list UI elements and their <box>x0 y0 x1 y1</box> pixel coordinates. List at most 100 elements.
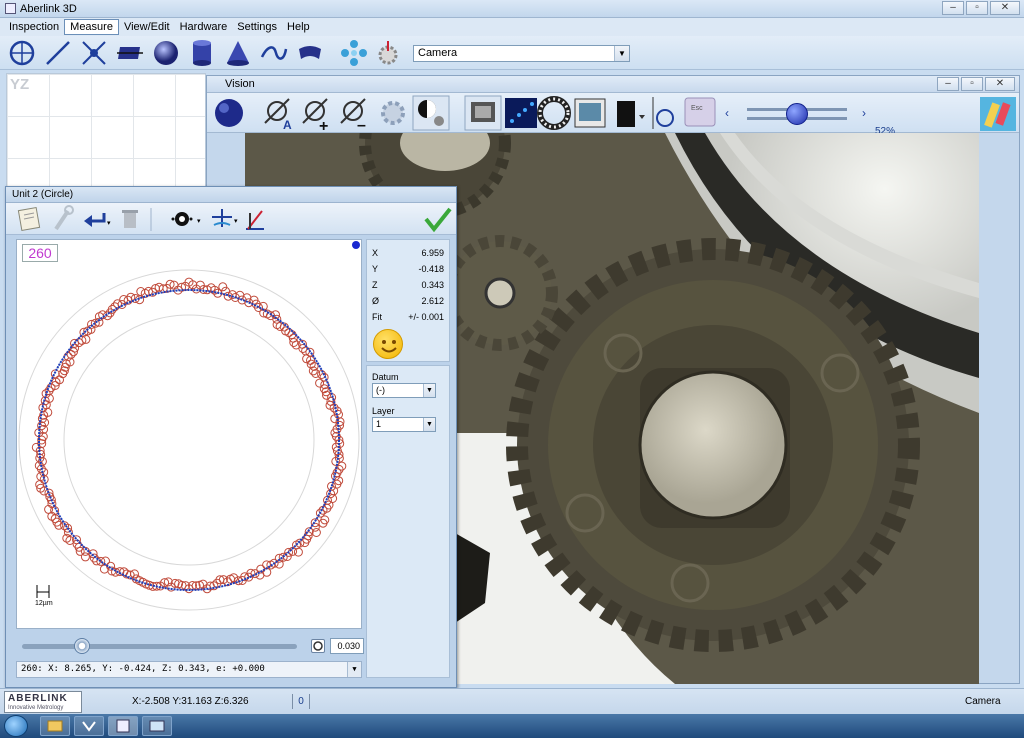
aberlink-logo: ABERLINK Innovative Metrology <box>4 691 82 713</box>
light-decrease-icon[interactable]: ‹ <box>725 106 729 120</box>
start-button[interactable] <box>4 715 28 737</box>
measured-point <box>315 378 325 388</box>
menu-inspection[interactable]: Inspection <box>4 20 64 34</box>
circle-fit-plot[interactable]: 260 12µm <box>16 239 362 629</box>
tolerance-slider-thumb[interactable] <box>73 638 90 654</box>
taskbar-visual-studio-icon[interactable] <box>74 716 104 736</box>
ring-light-icon[interactable] <box>537 96 571 130</box>
chevron-down-icon[interactable]: ▼ <box>614 46 629 61</box>
scale-label: 12µm <box>35 600 53 607</box>
unit-title-bar: Unit 2 (Circle) <box>6 187 456 203</box>
vision-settings-icon[interactable] <box>381 101 405 125</box>
results-panel: X 6.959 Y -0.418 Z 0.343 Ø 2.612 Fit +/- 0.00… <box>366 239 450 362</box>
camera-status: Camera <box>965 696 1001 707</box>
curve-tool-icon[interactable] <box>260 39 288 67</box>
probe-settings-icon[interactable] <box>374 39 402 67</box>
large-gear <box>506 238 920 652</box>
line-tool-icon[interactable] <box>44 39 72 67</box>
snapshot-icon[interactable] <box>574 98 606 128</box>
point-status-line[interactable]: 260: X: 8.265, Y: -0.424, Z: 0.343, e: +… <box>16 661 362 678</box>
backlight-icon[interactable] <box>617 101 645 127</box>
svg-text:▾: ▾ <box>197 218 201 225</box>
surface-tool-icon[interactable] <box>296 39 324 67</box>
circle-toggle-button[interactable] <box>311 639 325 653</box>
menu-settings[interactable]: Settings <box>232 20 282 34</box>
layer-value: 1 <box>376 419 382 429</box>
unit-toolbar: ▾ ▾ ▾ <box>6 203 456 235</box>
return-arrow-icon[interactable]: ▾ <box>84 213 111 227</box>
probe-points-icon[interactable]: ▾ <box>171 212 202 226</box>
accept-check-icon[interactable] <box>424 207 452 233</box>
menu-view-edit[interactable]: View/Edit <box>119 20 175 34</box>
sphere-tool-icon[interactable] <box>152 39 180 67</box>
angle-axis-icon[interactable] <box>246 210 264 230</box>
maximize-button[interactable]: ▫ <box>966 1 988 15</box>
logo-text: ABERLINK <box>8 693 68 704</box>
light-level-thumb[interactable] <box>786 103 808 125</box>
svg-text:›: › <box>862 106 866 120</box>
title-bar: Aberlink 3D – ▫ ✕ <box>0 0 1024 18</box>
chevron-down-icon[interactable]: ▼ <box>423 418 435 431</box>
status-bar: ABERLINK Innovative Metrology X:-2.508 Y… <box>0 688 1024 714</box>
crosshair-target-icon[interactable]: ▾ <box>212 209 238 227</box>
point-cloud-icon[interactable] <box>505 98 537 128</box>
vision-close-button[interactable]: ✕ <box>985 77 1015 91</box>
probe-cluster-icon[interactable] <box>340 39 368 67</box>
plane-tool-icon[interactable] <box>116 39 144 67</box>
tolerance-slider[interactable] <box>22 644 297 649</box>
point-tool-icon[interactable] <box>80 39 108 67</box>
light-increase-icon[interactable]: › <box>862 106 866 120</box>
datum-select[interactable]: (-) ▼ <box>372 383 436 398</box>
close-button[interactable]: ✕ <box>990 1 1020 15</box>
plane-label: YZ <box>10 76 30 93</box>
edge-remove-icon[interactable]: – <box>340 98 366 134</box>
point-status-text: 260: X: 8.265, Y: -0.424, Z: 0.343, e: +… <box>21 664 265 674</box>
taskbar-explorer-icon[interactable] <box>40 716 70 736</box>
point-count: 260 <box>22 244 58 262</box>
auto-focus-icon[interactable] <box>464 95 502 131</box>
cone-tool-icon[interactable] <box>224 39 252 67</box>
delete-trash-icon[interactable] <box>122 210 138 228</box>
datum-label: Datum <box>372 372 399 382</box>
vision-maximize-button[interactable]: ▫ <box>961 77 983 91</box>
layer-label: Layer <box>372 406 395 416</box>
app-title: Aberlink 3D <box>20 3 77 15</box>
layer-select[interactable]: 1 ▼ <box>372 417 436 432</box>
unit-title: Unit 2 (Circle) <box>12 189 74 200</box>
small-gear <box>442 235 558 351</box>
best-fit-circle <box>38 289 340 591</box>
selection-indicator <box>352 241 360 249</box>
chevron-down-icon[interactable]: ▼ <box>347 662 361 677</box>
chevron-down-icon[interactable]: ▼ <box>423 384 435 397</box>
tolerance-slider-row: 0.030 <box>16 635 364 657</box>
light-level-slider[interactable] <box>747 103 847 127</box>
workspace-grid[interactable]: YZ <box>6 73 206 188</box>
tolerance-value[interactable]: 0.030 <box>330 638 364 654</box>
contrast-settings-icon[interactable] <box>412 95 450 131</box>
vision-minimize-button[interactable]: – <box>937 77 959 91</box>
camera-select[interactable]: Camera ▼ <box>413 45 630 62</box>
vision-title-bar: Vision – ▫ ✕ <box>207 76 1019 93</box>
svg-text:▾: ▾ <box>107 220 111 227</box>
cylinder-tool-icon[interactable] <box>188 39 216 67</box>
menu-hardware[interactable]: Hardware <box>175 20 233 34</box>
circle-tool-icon[interactable] <box>8 39 36 67</box>
edge-add-icon[interactable]: + <box>302 98 328 135</box>
edge-auto-icon[interactable]: A <box>264 98 292 132</box>
menu-measure[interactable]: Measure <box>64 19 119 35</box>
menu-help[interactable]: Help <box>282 20 315 34</box>
escape-key-icon[interactable]: Esc <box>684 97 716 127</box>
taskbar-aberlink-icon[interactable] <box>108 716 138 736</box>
datum-value: (-) <box>376 385 385 395</box>
machine-coordinates: X:-2.508 Y:31.163 Z:6.326 <box>132 696 249 707</box>
light-sphere-icon[interactable] <box>215 99 243 127</box>
measured-point <box>218 282 228 292</box>
report-icon[interactable] <box>17 207 41 231</box>
taskbar-app-icon[interactable] <box>142 716 172 736</box>
minimize-button[interactable]: – <box>942 1 964 15</box>
wrench-icon[interactable] <box>54 205 74 231</box>
svg-text:▾: ▾ <box>234 218 238 225</box>
svg-text:A: A <box>283 118 292 132</box>
svg-text:–: – <box>357 117 366 133</box>
crosshair-toggle-icon[interactable] <box>652 97 674 129</box>
